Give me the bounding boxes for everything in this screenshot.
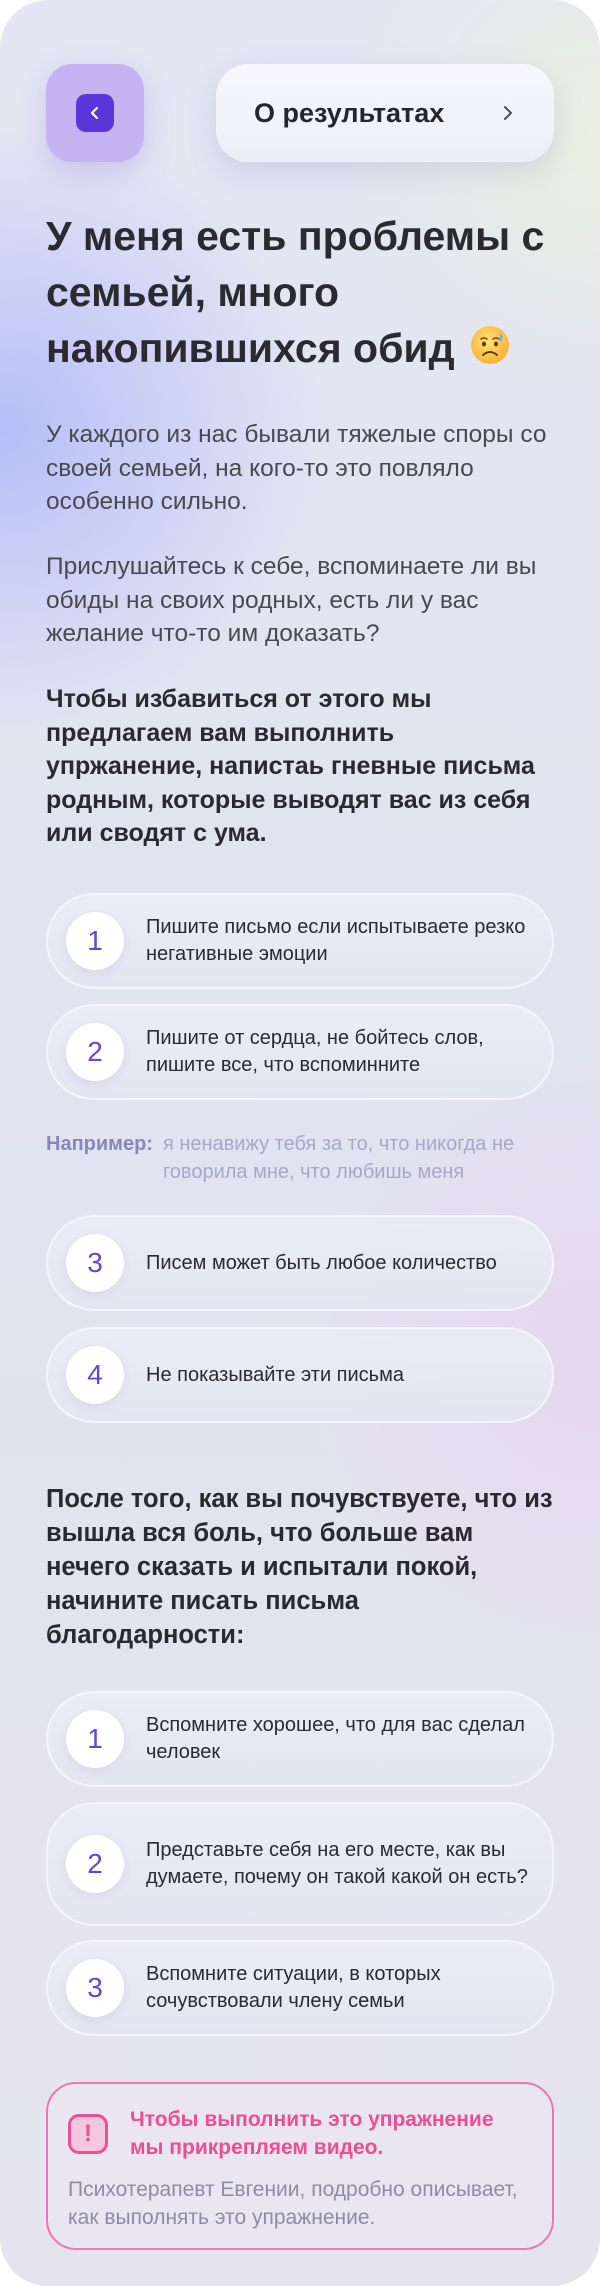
step-text: Не показывайте эти письма <box>146 1363 404 1386</box>
step-text: Вспомните хорошее, что для вас сделал че… <box>146 1714 525 1763</box>
step-number: 2 <box>66 1023 124 1081</box>
step-number: 3 <box>66 1234 124 1292</box>
sad-face-emoji-icon <box>470 326 509 364</box>
step-text: Писем может быть любое количество <box>146 1251 497 1274</box>
note-text: Психотерапевт Евгении, подробно описывае… <box>68 2178 518 2229</box>
gratitude-step-3: 3 Вспомните ситуации, в которых сочувств… <box>46 1940 554 2036</box>
step-text: Вспомните ситуации, в которых сочувствов… <box>146 1963 441 2012</box>
note-title: Чтобы выполнить это упражнение мы прикре… <box>130 2108 494 2159</box>
about-results-button[interactable]: О результатах <box>216 64 554 162</box>
example-label: Например: <box>46 1133 153 1155</box>
back-button-inner <box>76 94 114 132</box>
step-text: Представьте себя на его месте, как вы ду… <box>146 1839 528 1888</box>
intro-paragraph: У каждого из нас бывали тяжелые споры со… <box>46 421 547 515</box>
step-number: 1 <box>66 912 124 970</box>
video-note-card[interactable]: ! Чтобы выполнить это упражнение мы прик… <box>46 2082 554 2250</box>
step-number: 4 <box>66 1346 124 1404</box>
example-text: я ненавижу тебя за то, что никогда не го… <box>162 1133 515 1183</box>
gratitude-step-2: 2 Представьте себя на его месте, как вы … <box>46 1802 554 1926</box>
step-text: Пишите от сердца, не бойтесь слов, пишит… <box>146 1027 484 1076</box>
gratitude-heading: После того, как вы почувствуете, что из … <box>46 1485 553 1649</box>
anger-step-3: 3 Писем может быть любое количество <box>46 1215 554 1311</box>
about-results-label: О результатах <box>254 97 445 128</box>
page-title: У меня есть проблемы с семьей, много нак… <box>46 208 566 376</box>
step-number: 3 <box>66 1959 124 2017</box>
note-header: ! Чтобы выполнить это упражнение мы прик… <box>68 2106 528 2162</box>
step-number: 2 <box>66 1835 124 1893</box>
chevron-right-icon <box>504 106 512 120</box>
anger-step-1: 1 Пишите письмо если испытываете резко н… <box>46 893 554 989</box>
back-button[interactable] <box>46 64 144 162</box>
step-text: Пишите письмо если испытываете резко нег… <box>146 916 526 965</box>
example-block: Например: я ненавижу тебя за то, что ник… <box>46 1130 566 1186</box>
reflect-paragraph: Прислушайтесь к себе, вспоминаете ли вы … <box>46 553 537 647</box>
chevron-left-icon <box>90 106 99 120</box>
gratitude-step-1: 1 Вспомните хорошее, что для вас сделал … <box>46 1691 554 1787</box>
step-number: 1 <box>66 1710 124 1768</box>
anger-step-4: 4 Не показывайте эти письма <box>46 1327 554 1423</box>
anger-step-2: 2 Пишите от сердца, не бойтесь слов, пиш… <box>46 1004 554 1100</box>
exercise-paragraph: Чтобы избавиться от этого мы предлагаем … <box>46 685 535 847</box>
exclamation-icon: ! <box>68 2114 108 2154</box>
page: О результатах У меня есть проблемы с сем… <box>0 0 600 2286</box>
